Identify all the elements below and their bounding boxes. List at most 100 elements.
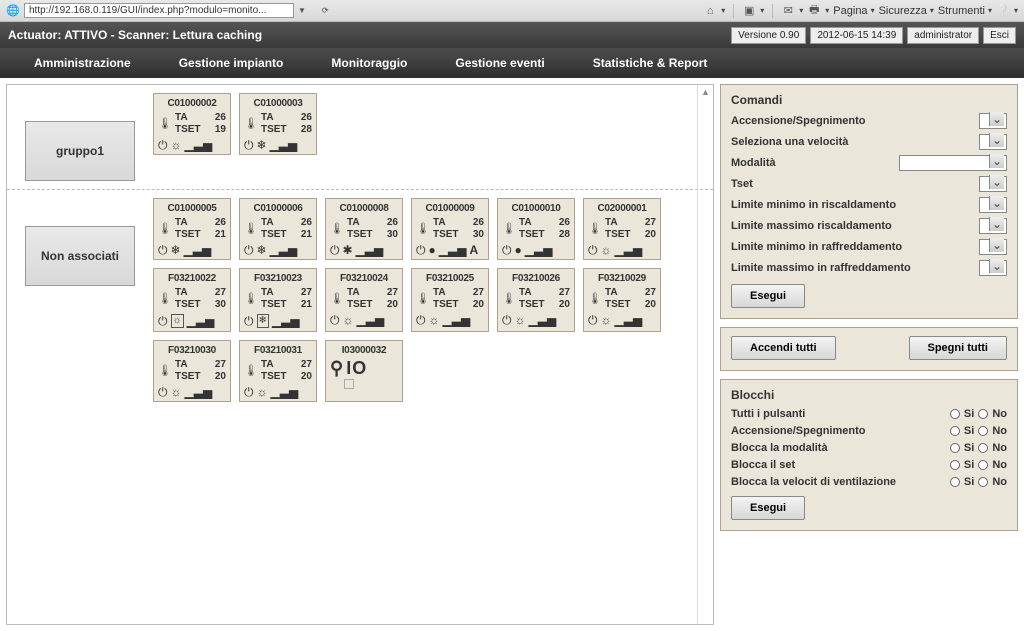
status-bar: Actuator: ATTIVO - Scanner: Lettura cach… bbox=[0, 22, 1024, 48]
unit-card[interactable]: F03210026🌡TATSET2720⏻☼▁▃▅ bbox=[497, 268, 575, 332]
spegni-tutti-button[interactable]: Spegni tutti bbox=[909, 336, 1008, 360]
radio-all-no[interactable] bbox=[978, 409, 988, 419]
esegui-comandi-button[interactable]: Esegui bbox=[731, 284, 805, 308]
unit-card[interactable]: F03210023🌡TATSET2721⏻❄▁▃▅ bbox=[239, 268, 317, 332]
select-mode[interactable] bbox=[899, 155, 1007, 171]
mail-icon[interactable]: ✉ bbox=[781, 4, 795, 18]
unit-values: 2628 bbox=[301, 112, 312, 136]
unit-card[interactable]: C01000010🌡TATSET2628⏻●▁▃▅ bbox=[497, 198, 575, 260]
nav-statistiche[interactable]: Statistiche & Report bbox=[569, 48, 732, 78]
radio-fan-no[interactable] bbox=[978, 477, 988, 487]
unit-values: 2720 bbox=[473, 287, 484, 311]
radio-set-no[interactable] bbox=[978, 460, 988, 470]
browser-toolbar: 🌐 http://192.168.0.119/GUI/index.php?mod… bbox=[0, 0, 1024, 22]
unit-card[interactable]: F03210029🌡TATSET2720⏻☼▁▃▅ bbox=[583, 268, 661, 332]
unit-io-card[interactable]: I03000032⚲IO bbox=[325, 340, 403, 402]
power-icon: ⏻ bbox=[158, 386, 168, 398]
unit-id: I03000032 bbox=[330, 345, 398, 356]
select-lim-max-cool[interactable] bbox=[979, 260, 1007, 276]
unit-card[interactable]: F03210022🌡TATSET2730⏻☼▁▃▅ bbox=[153, 268, 231, 332]
radio-onoff-no[interactable] bbox=[978, 426, 988, 436]
nav-gestione-eventi[interactable]: Gestione eventi bbox=[431, 48, 568, 78]
status-title: Actuator: ATTIVO - Scanner: Lettura cach… bbox=[8, 28, 262, 42]
accendi-tutti-button[interactable]: Accendi tutti bbox=[731, 336, 836, 360]
lbl-lim-max-heat: Limite massimo riscaldamento bbox=[731, 220, 892, 232]
unit-id: F03210022 bbox=[158, 273, 226, 285]
user-chip[interactable]: administrator bbox=[907, 27, 979, 44]
home-icon[interactable]: ⌂ bbox=[703, 4, 717, 18]
select-tset[interactable] bbox=[979, 176, 1007, 192]
io-value: IO bbox=[346, 358, 367, 379]
group-row: Non associatiC01000005🌡TATSET2621⏻❄▁▃▅C0… bbox=[7, 190, 713, 410]
radio-set-si[interactable] bbox=[950, 460, 960, 470]
bars-icon: ▁▃▅ bbox=[272, 315, 300, 327]
address-bar[interactable]: http://192.168.0.119/GUI/index.php?modul… bbox=[24, 3, 294, 18]
nav-monitoraggio[interactable]: Monitoraggio bbox=[307, 48, 431, 78]
mode-gear-icon: ☼ bbox=[257, 386, 268, 398]
select-lim-min-cool[interactable] bbox=[979, 239, 1007, 255]
power-icon: ⏻ bbox=[416, 314, 426, 326]
bars-icon: ▁▃▅ bbox=[439, 244, 467, 256]
group-label[interactable]: Non associati bbox=[25, 226, 135, 286]
unit-id: F03210024 bbox=[330, 273, 398, 285]
unit-card[interactable]: C01000005🌡TATSET2621⏻❄▁▃▅ bbox=[153, 198, 231, 260]
refresh-icon[interactable]: ⟳ bbox=[322, 6, 329, 15]
unit-card[interactable]: C01000009🌡TATSET2630⏻●▁▃▅A bbox=[411, 198, 489, 260]
unit-labels: TATSET bbox=[433, 287, 459, 311]
mode-gear-icon: ☼ bbox=[171, 139, 182, 151]
menu-sicurezza[interactable]: Sicurezza ▾ bbox=[879, 5, 934, 17]
scrollbar[interactable] bbox=[697, 85, 713, 624]
unit-card[interactable]: C01000002🌡TATSET2619⏻☼▁▃▅ bbox=[153, 93, 231, 155]
unit-id: C02000001 bbox=[588, 203, 656, 215]
radio-all-si[interactable] bbox=[950, 409, 960, 419]
select-lim-min-heat[interactable] bbox=[979, 197, 1007, 213]
unit-values: 2721 bbox=[301, 287, 312, 311]
power-icon: ⏻ bbox=[588, 314, 598, 326]
unit-id: F03210029 bbox=[588, 273, 656, 285]
radio-fan-si[interactable] bbox=[950, 477, 960, 487]
unit-card[interactable]: F03210031🌡TATSET2720⏻☼▁▃▅ bbox=[239, 340, 317, 402]
unit-values: 2720 bbox=[387, 287, 398, 311]
thermometer-icon: 🌡 bbox=[588, 293, 602, 305]
unit-values: 2621 bbox=[215, 217, 226, 241]
menu-pagina[interactable]: Pagina ▾ bbox=[833, 5, 874, 17]
select-speed[interactable] bbox=[979, 134, 1007, 150]
help-icon[interactable]: ❔ bbox=[996, 4, 1010, 18]
unit-values: 2630 bbox=[473, 217, 484, 241]
select-onoff[interactable] bbox=[979, 113, 1007, 129]
unit-id: C01000009 bbox=[416, 203, 484, 215]
unit-card[interactable]: C01000008🌡TATSET2630⏻✱▁▃▅ bbox=[325, 198, 403, 260]
group-label[interactable]: gruppo1 bbox=[25, 121, 135, 181]
print-icon[interactable]: 🖶 bbox=[807, 4, 821, 18]
radio-onoff-si[interactable] bbox=[950, 426, 960, 436]
menu-strumenti[interactable]: Strumenti ▾ bbox=[938, 5, 992, 17]
unit-card[interactable]: C01000003🌡TATSET2628⏻❄▁▃▅ bbox=[239, 93, 317, 155]
bars-icon: ▁▃▅ bbox=[356, 244, 384, 256]
power-icon: ⏻ bbox=[244, 139, 254, 151]
select-lim-max-heat[interactable] bbox=[979, 218, 1007, 234]
unit-card[interactable]: F03210030🌡TATSET2720⏻☼▁▃▅ bbox=[153, 340, 231, 402]
esegui-blocchi-button[interactable]: Esegui bbox=[731, 496, 805, 520]
unit-card[interactable]: F03210025🌡TATSET2720⏻☼▁▃▅ bbox=[411, 268, 489, 332]
unit-card[interactable]: C02000001🌡TATSET2720⏻☼▁▃▅ bbox=[583, 198, 661, 260]
feed-icon[interactable]: ▣ bbox=[742, 4, 756, 18]
bars-icon: ▁▃▅ bbox=[615, 314, 643, 326]
thermometer-icon: 🌡 bbox=[502, 223, 516, 235]
units-area: gruppo1C01000002🌡TATSET2619⏻☼▁▃▅C0100000… bbox=[6, 84, 714, 625]
nav-gestione-impianto[interactable]: Gestione impianto bbox=[155, 48, 308, 78]
bars-icon: ▁▃▅ bbox=[615, 244, 643, 256]
url-dropdown-icon[interactable]: ▼ bbox=[298, 6, 306, 15]
nav-amministrazione[interactable]: Amministrazione bbox=[10, 48, 155, 78]
lbl-blocchi-all: Tutti i pulsanti bbox=[731, 408, 805, 420]
bars-icon: ▁▃▅ bbox=[187, 315, 215, 327]
bars-icon: ▁▃▅ bbox=[271, 386, 299, 398]
datetime-chip: 2012-06-15 14:39 bbox=[810, 27, 903, 44]
radio-mode-no[interactable] bbox=[978, 443, 988, 453]
unit-card[interactable]: C01000006🌡TATSET2621⏻❄▁▃▅ bbox=[239, 198, 317, 260]
unit-card[interactable]: F03210024🌡TATSET2720⏻☼▁▃▅ bbox=[325, 268, 403, 332]
logout-button[interactable]: Esci bbox=[983, 27, 1016, 44]
unit-values: 2730 bbox=[215, 287, 226, 311]
radio-mode-si[interactable] bbox=[950, 443, 960, 453]
bars-icon: ▁▃▅ bbox=[525, 244, 553, 256]
power-icon: ⏻ bbox=[502, 314, 512, 326]
